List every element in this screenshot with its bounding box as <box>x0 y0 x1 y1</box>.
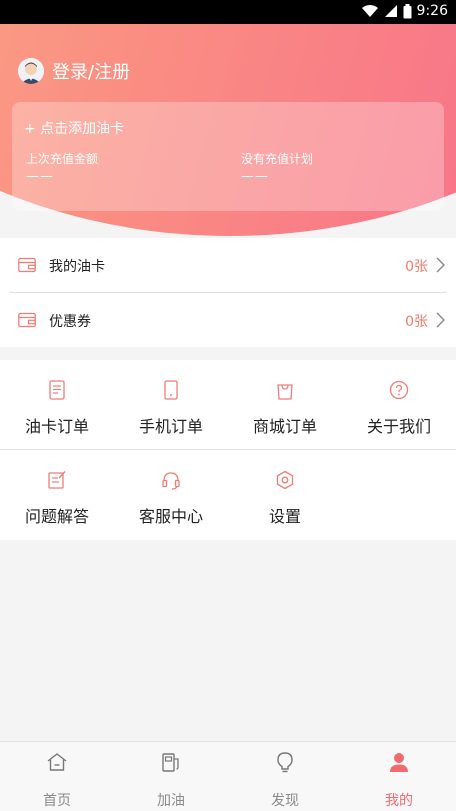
list-item-label: 我的油卡 <box>49 259 105 275</box>
add-oil-card-button[interactable]: + 点击添加油卡 <box>24 118 124 138</box>
tab-mine[interactable]: 我的 <box>342 742 456 811</box>
wifi-icon <box>361 4 378 17</box>
user-icon <box>390 753 408 772</box>
list-item-label: 优惠券 <box>49 314 91 330</box>
list-item-coupon[interactable]: 优惠券 0张 <box>0 293 456 347</box>
grid-item-mall-orders[interactable]: 商城订单 <box>228 360 342 449</box>
tab-label: 我的 <box>385 793 413 809</box>
grid-item-settings[interactable]: 设置 <box>228 450 342 539</box>
wallet-icon <box>18 312 36 328</box>
tab-refuel[interactable]: 加油 <box>114 742 228 811</box>
grid-item-label: 设置 <box>268 507 301 526</box>
status-bar: 9:26 <box>0 0 456 24</box>
shopping-bag-icon <box>277 384 293 400</box>
grid-item-about-us[interactable]: 关于我们 <box>342 360 456 449</box>
status-icons: 9:26 <box>361 3 448 19</box>
grid-item-customer-service[interactable]: 客服中心 <box>114 450 228 539</box>
grid-item-label: 客服中心 <box>138 507 203 526</box>
recharge-plan-label: 没有充值计划 <box>241 152 314 166</box>
question-icon <box>389 380 409 400</box>
document-icon <box>49 380 65 400</box>
grid-item-phone-orders[interactable]: 手机订单 <box>114 360 228 449</box>
tab-discover[interactable]: 发现 <box>228 742 342 811</box>
wallet-icon <box>18 257 36 273</box>
home-icon <box>47 753 67 771</box>
chevron-right-icon <box>436 257 445 273</box>
bottom-tab-bar: 首页 加油 发现 我的 <box>0 741 456 811</box>
tab-label: 首页 <box>43 793 71 809</box>
fuel-pump-icon <box>162 753 179 772</box>
bulb-icon <box>277 752 293 773</box>
headset-icon <box>162 472 180 490</box>
avatar[interactable] <box>18 58 44 84</box>
tab-label: 加油 <box>157 793 185 809</box>
tab-label: 发现 <box>271 793 299 809</box>
grid-item-oil-card-orders[interactable]: 油卡订单 <box>0 360 114 449</box>
login-register-label: 登录/注册 <box>52 62 131 83</box>
card-list: 我的油卡 0张 优惠券 0张 <box>0 238 456 347</box>
grid-item-faq[interactable]: 问题解答 <box>0 450 114 539</box>
grid-item-label: 油卡订单 <box>24 417 89 436</box>
edit-note-icon <box>48 471 66 489</box>
service-grid: 油卡订单 手机订单 商城订单 关于我们 问题解答 客服中心 设置 <box>0 360 456 540</box>
battery-icon <box>403 3 412 18</box>
grid-item-label: 商城订单 <box>252 417 317 436</box>
list-item-count: 0张 <box>405 259 428 275</box>
grid-item-label: 手机订单 <box>138 417 203 436</box>
phone-icon <box>164 380 178 400</box>
list-item-count: 0张 <box>405 314 428 330</box>
last-recharge-value: —— <box>26 169 54 184</box>
login-register-link[interactable]: 登录/注册 <box>18 58 130 84</box>
recharge-plan-value: —— <box>241 169 269 184</box>
list-item-my-oil-card[interactable]: 我的油卡 0张 <box>0 238 456 292</box>
tab-home[interactable]: 首页 <box>0 742 114 811</box>
profile-header: 登录/注册 + 点击添加油卡 上次充值金额 —— 没有充值计划 —— <box>0 24 456 238</box>
oil-card-panel: + 点击添加油卡 上次充值金额 —— 没有充值计划 —— <box>12 102 444 211</box>
settings-hexagon-icon <box>276 470 294 490</box>
grid-item-label: 问题解答 <box>24 507 89 526</box>
grid-item-label: 关于我们 <box>366 417 431 436</box>
status-time: 9:26 <box>416 3 448 19</box>
signal-icon <box>384 5 397 17</box>
last-recharge-label: 上次充值金额 <box>26 152 99 166</box>
chevron-right-icon <box>436 312 445 328</box>
